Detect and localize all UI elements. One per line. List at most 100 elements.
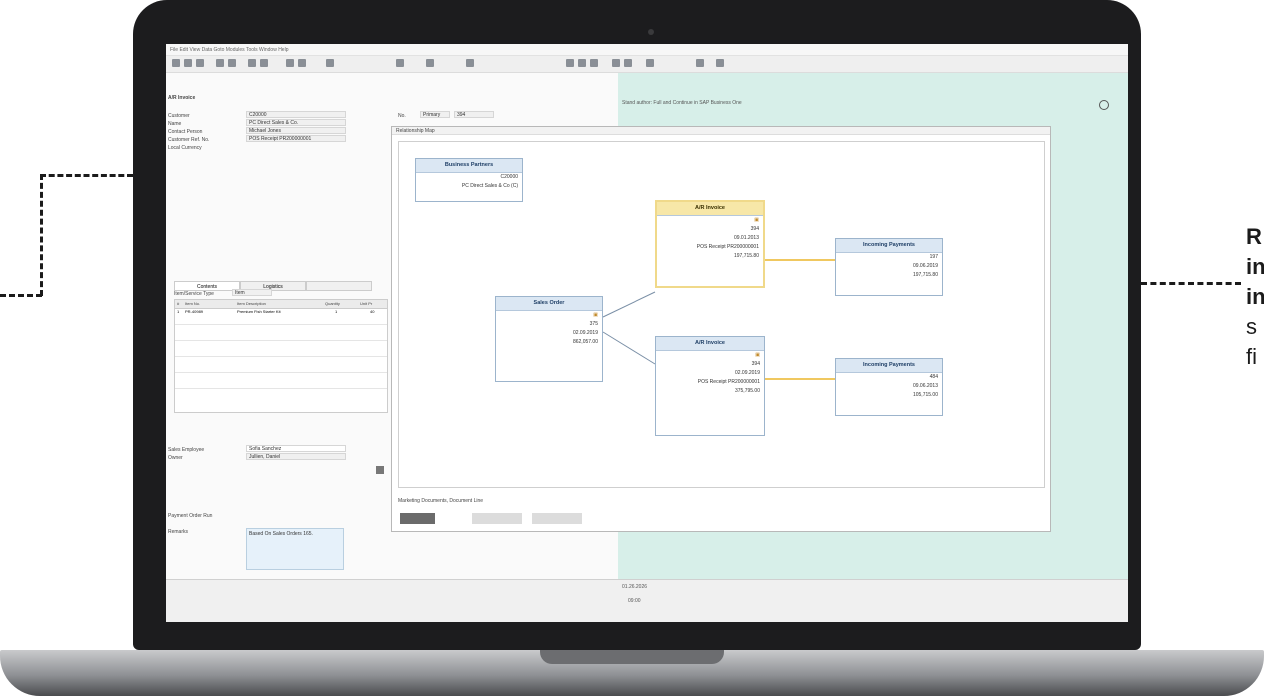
toolbar-icon[interactable] [426, 59, 434, 67]
node-title: Incoming Payments [836, 359, 942, 373]
toolbar-icon[interactable] [396, 59, 404, 67]
grid-line [175, 356, 387, 357]
left-connector-top [40, 174, 133, 177]
toolbar-icon[interactable] [172, 59, 180, 67]
node-line: 197,715.80 [912, 272, 938, 278]
payment-checkbox[interactable]: Payment Order Run [168, 513, 212, 519]
toolbar-icon[interactable] [646, 59, 654, 67]
node-business-partners[interactable]: Business Partners C20000 PC Direct Sales… [415, 158, 523, 202]
grid-col-item-no: Item No. [185, 301, 201, 306]
form-tabs: Contents Logistics [174, 281, 374, 291]
status-date: 01.26.2026 [622, 584, 648, 590]
field-label-currency: Local Currency [168, 145, 202, 151]
node-line: 394 [751, 361, 760, 367]
grid-cell: 1 [335, 309, 338, 314]
tab-contents[interactable]: Contents [174, 281, 240, 291]
item-type-label: Item/Service Type [174, 291, 214, 297]
toolbar-icon[interactable] [196, 59, 204, 67]
toolbar-icon[interactable] [578, 59, 586, 67]
doc-number-field[interactable]: 394 [454, 111, 494, 118]
node-incoming-payments-1[interactable]: Incoming Payments 197 09.06.2019 197,715… [835, 238, 943, 296]
toolbar-icon[interactable] [326, 59, 334, 67]
toolbar-icon[interactable] [624, 59, 632, 67]
node-line: POS Receipt PR200000001 [696, 244, 759, 250]
owner-field[interactable]: Jullien, Daniel [246, 453, 346, 460]
grid-col-index: # [177, 301, 180, 306]
grid-cell: 40 [370, 309, 375, 314]
toolbar-icon[interactable] [566, 59, 574, 67]
toolbar-icon[interactable] [298, 59, 306, 67]
toolbar-icon[interactable] [248, 59, 256, 67]
node-title: A/R Invoice [656, 337, 764, 351]
toolbar-icon[interactable] [716, 59, 724, 67]
search-icon[interactable] [1099, 100, 1109, 110]
right-connector [1141, 282, 1241, 285]
document-icon: ▣ [755, 352, 760, 358]
map-button-2[interactable] [472, 513, 522, 524]
relationship-map-canvas: Business Partners C20000 PC Direct Sales… [398, 141, 1045, 488]
remarks-field[interactable]: Based On Sales Orders 165. [246, 528, 344, 570]
toolbar-icon[interactable] [612, 59, 620, 67]
node-ar-invoice-1[interactable]: A/R Invoice ▣ 394 09.01.2013 POS Receipt… [655, 200, 765, 288]
link-type-dropdown[interactable]: Marketing Documents, Document Line [398, 497, 698, 505]
customer-field[interactable]: C20000 [246, 111, 346, 118]
remarks-label: Remarks [168, 529, 189, 535]
node-line: 375,795.00 [734, 388, 760, 394]
table-row[interactable]: 1 PR-40989 Premium Fish Starter Kit 1 40 [175, 308, 387, 316]
toolbar-icon[interactable] [260, 59, 268, 67]
node-line: 197,715.80 [733, 253, 759, 259]
node-line: 862,057.00 [572, 339, 598, 345]
field-label-contact: Contact Person [168, 129, 203, 135]
status-bar: 01.26.2026 09:00 [166, 579, 1128, 622]
node-line: POS Receipt PR200000001 [697, 379, 760, 385]
tab-accounting[interactable] [306, 281, 372, 291]
series-field[interactable]: Primary [420, 111, 450, 118]
sales-employee-select[interactable]: Sofia Sanchez [246, 445, 346, 452]
name-field[interactable]: PC Direct Sales & Co. [246, 119, 346, 126]
grid-line [175, 388, 387, 389]
contact-person-field[interactable]: Michael Jones [246, 127, 346, 134]
caption-line-1: R [1246, 224, 1262, 249]
laptop-screen: File Edit View Data Goto Modules Tools W… [166, 44, 1128, 622]
toolbar-icon[interactable] [590, 59, 598, 67]
node-incoming-payments-2[interactable]: Incoming Payments 484 09.06.2013 105,715… [835, 358, 943, 416]
sales-employee-label: Sales Employee [168, 447, 205, 453]
toolbar-icon[interactable] [216, 59, 224, 67]
document-icon: ▣ [593, 312, 598, 318]
node-line: 02.09.2019 [572, 330, 598, 336]
left-connector-bottom [0, 294, 42, 297]
connector-so-ar2 [602, 331, 656, 365]
node-ar-invoice-2[interactable]: A/R Invoice ▣ 394 02.09.2019 POS Receipt… [655, 336, 765, 436]
caption-line-2: in [1246, 254, 1264, 279]
toolbar-icon[interactable] [286, 59, 294, 67]
toolbar-icon[interactable] [184, 59, 192, 67]
owner-lookup-icon[interactable] [376, 466, 384, 474]
camera-icon [648, 29, 654, 35]
map-button-3[interactable] [532, 513, 582, 524]
teal-note: Stand author: Full and Continue in SAP B… [622, 100, 742, 106]
node-line: 375 [589, 321, 598, 327]
node-line: 105,715.00 [912, 392, 938, 398]
customer-ref-field[interactable]: POS Receipt PR200000001 [246, 135, 346, 142]
field-label-customer: Customer [168, 113, 190, 119]
menu-bar[interactable]: File Edit View Data Goto Modules Tools W… [166, 44, 1128, 56]
caption-text: R in in s fi [1246, 222, 1264, 372]
node-line: 09.01.2013 [733, 235, 759, 241]
node-line: PC Direct Sales & Co (C) [461, 183, 518, 189]
node-line: 484 [929, 374, 938, 380]
relationship-map-window: Relationship Map Business Partners C2000… [391, 126, 1051, 532]
node-sales-order[interactable]: Sales Order ▣ 375 02.09.2019 862,057.00 [495, 296, 603, 382]
toolbar-icon[interactable] [696, 59, 704, 67]
caption-line-5: fi [1246, 344, 1257, 369]
node-title: A/R Invoice [657, 202, 763, 216]
grid-line [175, 372, 387, 373]
left-connector-vertical [40, 174, 43, 296]
map-ok-button[interactable] [400, 513, 435, 524]
toolbar-icon[interactable] [466, 59, 474, 67]
status-time: 09:00 [628, 598, 641, 604]
node-title: Business Partners [416, 159, 522, 173]
grid-cell: Premium Fish Starter Kit [237, 309, 281, 314]
item-type-field[interactable]: Item [232, 289, 272, 296]
toolbar-icon[interactable] [228, 59, 236, 67]
toolbar [166, 56, 1128, 73]
